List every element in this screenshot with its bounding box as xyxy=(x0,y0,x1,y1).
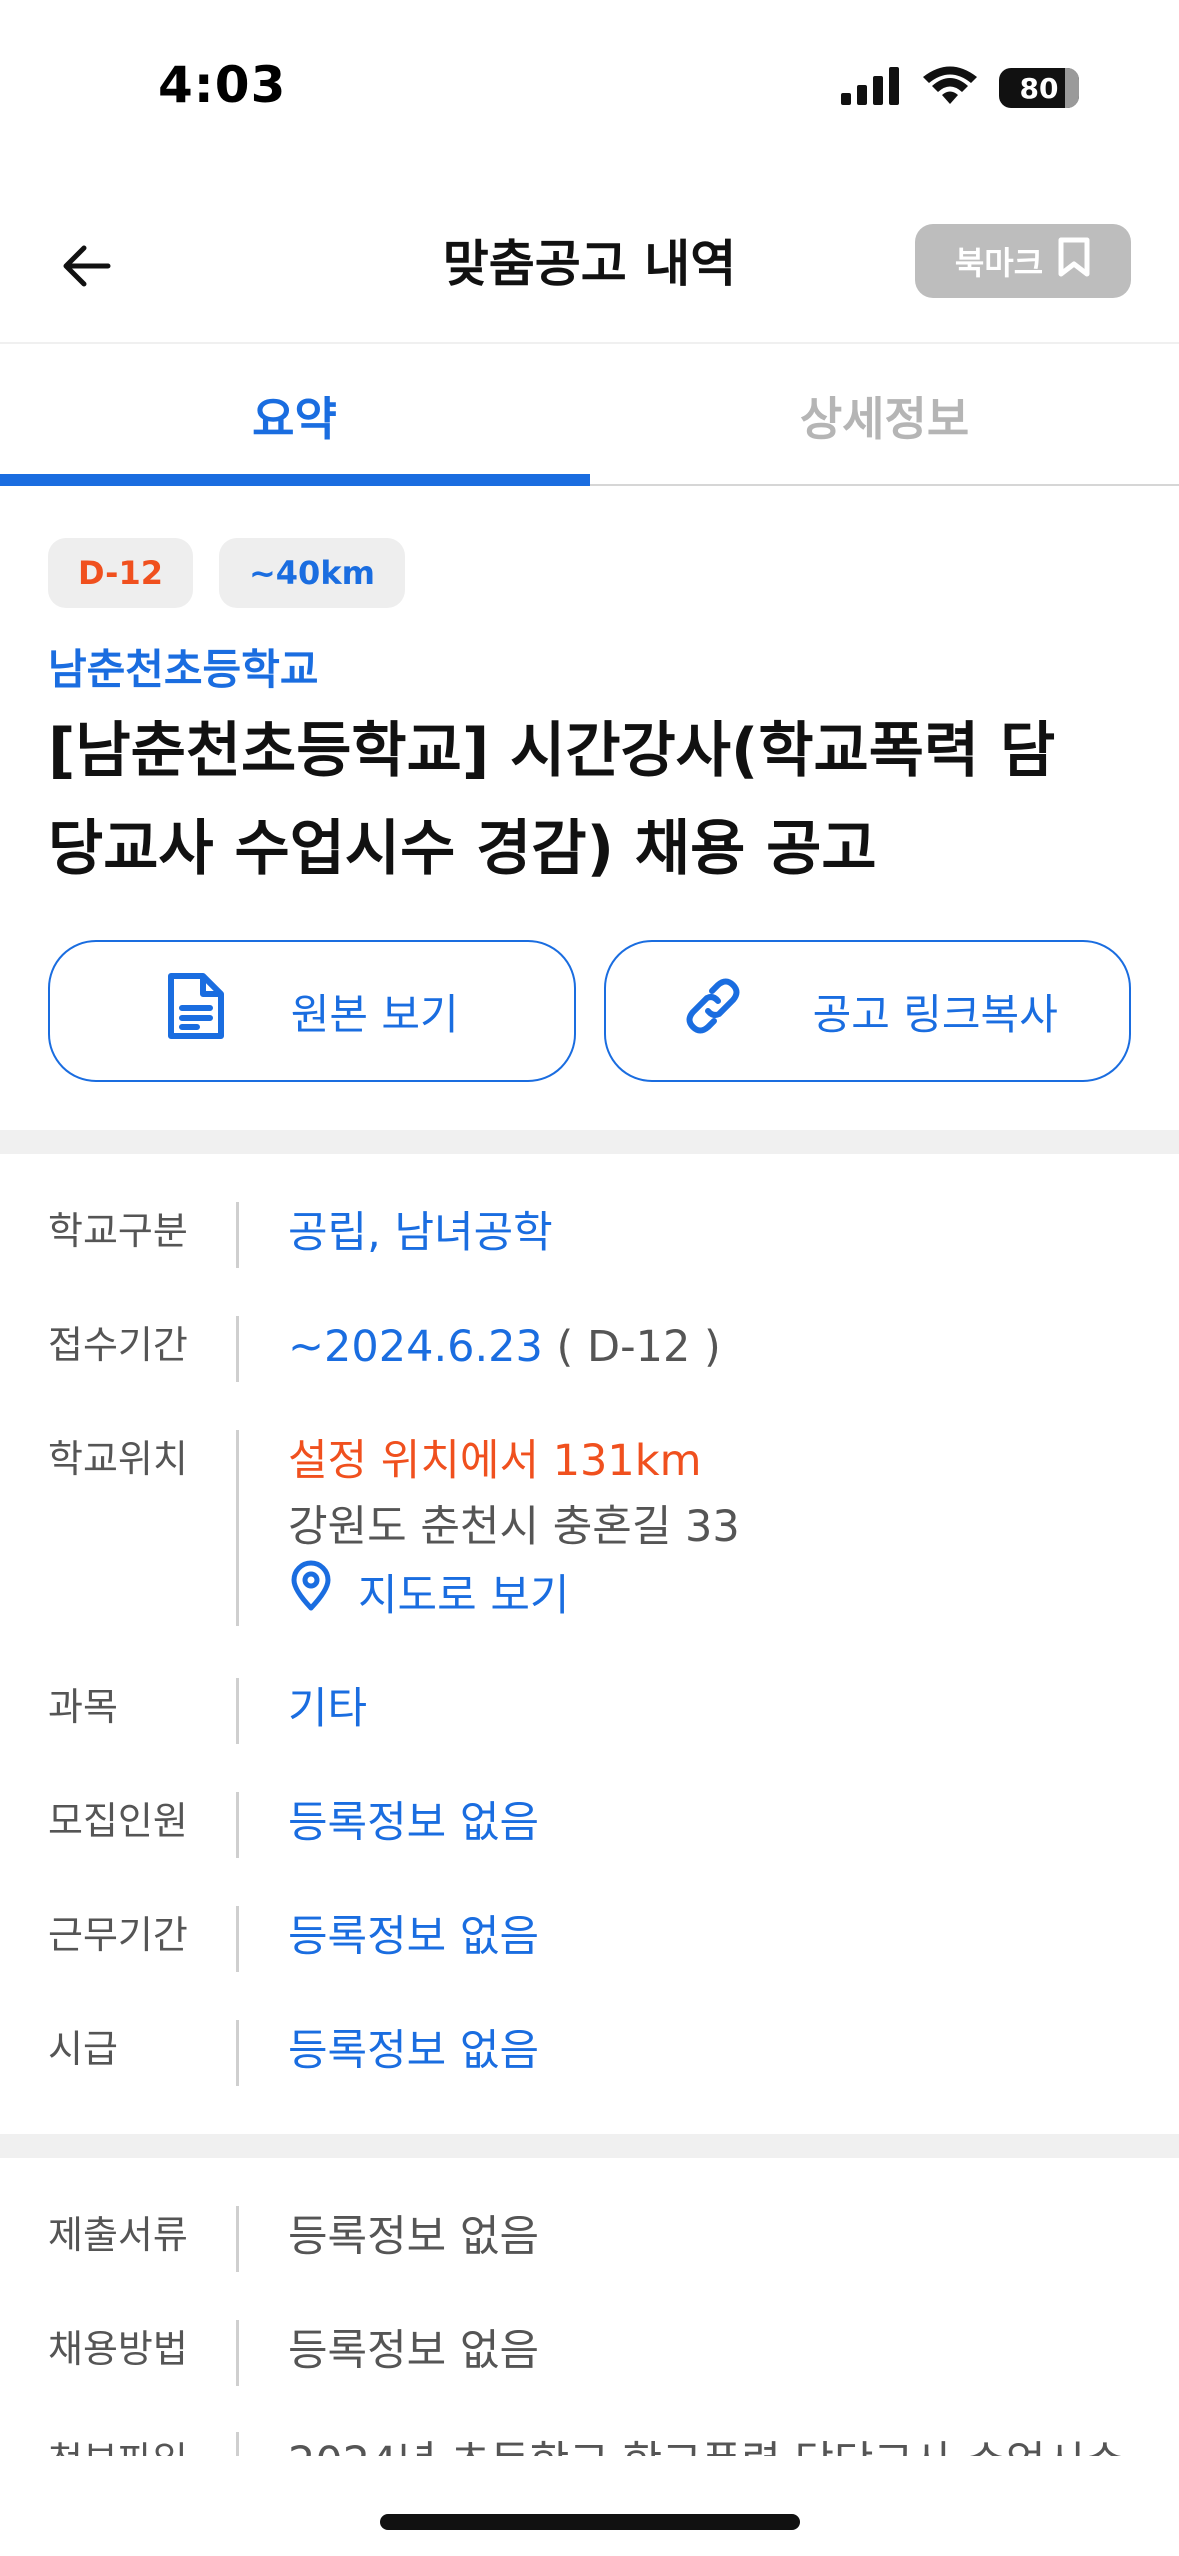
info-label: 제출서류 xyxy=(48,2213,188,2257)
chip-group: D-12 ~40km xyxy=(48,538,405,608)
hourly-pay-value: 등록정보 없음 xyxy=(288,2026,540,2076)
distance-chip: ~40km xyxy=(218,538,405,608)
recruits-value: 등록정보 없음 xyxy=(288,1798,540,1848)
info-separator xyxy=(236,2320,239,2386)
battery-empty-portion xyxy=(1065,68,1079,108)
info-label: 접수기간 xyxy=(48,1323,188,1367)
status-icons: 80 xyxy=(841,66,1079,110)
info-separator xyxy=(236,1792,239,1858)
tab-detail[interactable]: 상세정보 xyxy=(590,344,1179,488)
location-distance: 설정 위치에서 131km xyxy=(288,1436,702,1486)
period-value: ~2024.6.23 ( D-12 ) xyxy=(288,1314,721,1380)
view-map-label: 지도로 보기 xyxy=(358,1570,570,1621)
info-separator xyxy=(236,1678,239,1744)
link-icon xyxy=(677,970,749,1052)
copy-link-button[interactable]: 공고 링크복사 xyxy=(603,940,1131,1082)
location-value: 설정 위치에서 131km 강원도 춘천시 충혼길 33 지도로 보기 xyxy=(288,1428,740,1631)
school-type-value: 공립, 남녀공학 xyxy=(288,1208,553,1258)
section-divider xyxy=(0,2134,1179,2158)
bottom-safe-area xyxy=(0,2456,1179,2556)
status-bar: 4:03 80 xyxy=(0,0,1179,150)
battery-level: 80 xyxy=(1019,71,1059,105)
bookmark-button[interactable]: 북마크 xyxy=(915,224,1131,298)
info-separator xyxy=(236,1316,239,1382)
info-label: 모집인원 xyxy=(48,1799,188,1843)
view-original-button[interactable]: 원본 보기 xyxy=(48,940,576,1082)
subject-value: 기타 xyxy=(288,1684,368,1734)
method-value: 등록정보 없음 xyxy=(288,2326,540,2376)
copy-link-label: 공고 링크복사 xyxy=(812,989,1058,1039)
status-time: 4:03 xyxy=(158,56,287,114)
info-separator xyxy=(236,1906,239,1972)
info-separator xyxy=(236,2206,239,2272)
period-dday: ( D-12 ) xyxy=(542,1322,721,1372)
cellular-signal-icon xyxy=(841,67,901,109)
info-label: 과목 xyxy=(48,1685,118,1729)
info-label: 학교구분 xyxy=(48,1209,188,1253)
tab-summary[interactable]: 요약 xyxy=(0,344,589,488)
period-date: ~2024.6.23 xyxy=(288,1322,543,1372)
view-map-link[interactable]: 지도로 보기 xyxy=(288,1560,740,1631)
info-label: 시급 xyxy=(48,2027,118,2071)
info-label: 채용방법 xyxy=(48,2327,188,2371)
active-tab-indicator xyxy=(0,474,590,486)
tab-bar: 요약 상세정보 xyxy=(0,344,1179,488)
documents-value: 등록정보 없음 xyxy=(288,2212,540,2262)
location-address: 강원도 춘천시 충혼길 33 xyxy=(288,1502,740,1552)
post-title-line-2: 당교사 수업시수 경감) 채용 공고 xyxy=(48,814,877,884)
info-separator xyxy=(236,1202,239,1268)
battery-icon: 80 xyxy=(999,68,1079,108)
view-original-label: 원본 보기 xyxy=(290,989,459,1039)
document-icon xyxy=(165,970,227,1052)
info-label: 학교위치 xyxy=(48,1437,188,1481)
bookmark-label: 북마크 xyxy=(954,244,1044,282)
dday-chip: D-12 xyxy=(48,538,193,608)
school-name: 남춘천초등학교 xyxy=(48,645,319,694)
app-header: 맞춤공고 내역 북마크 xyxy=(0,190,1179,340)
work-period-value: 등록정보 없음 xyxy=(288,1912,540,1962)
info-separator xyxy=(236,1430,239,1626)
bookmark-icon xyxy=(1057,236,1091,286)
info-separator xyxy=(236,2020,239,2086)
section-divider xyxy=(0,1130,1179,1154)
action-row: 원본 보기 공고 링크복사 xyxy=(48,940,1131,1082)
map-pin-icon xyxy=(288,1560,334,1631)
home-indicator xyxy=(380,2514,800,2530)
info-label: 근무기간 xyxy=(48,1913,188,1957)
post-title-line-1: [남춘천초등학교] 시간강사(학교폭력 담 xyxy=(48,716,1056,786)
post-title: [남춘천초등학교] 시간강사(학교폭력 담 당교사 수업시수 경감) 채용 공고 xyxy=(48,702,1148,898)
wifi-icon xyxy=(923,66,977,110)
